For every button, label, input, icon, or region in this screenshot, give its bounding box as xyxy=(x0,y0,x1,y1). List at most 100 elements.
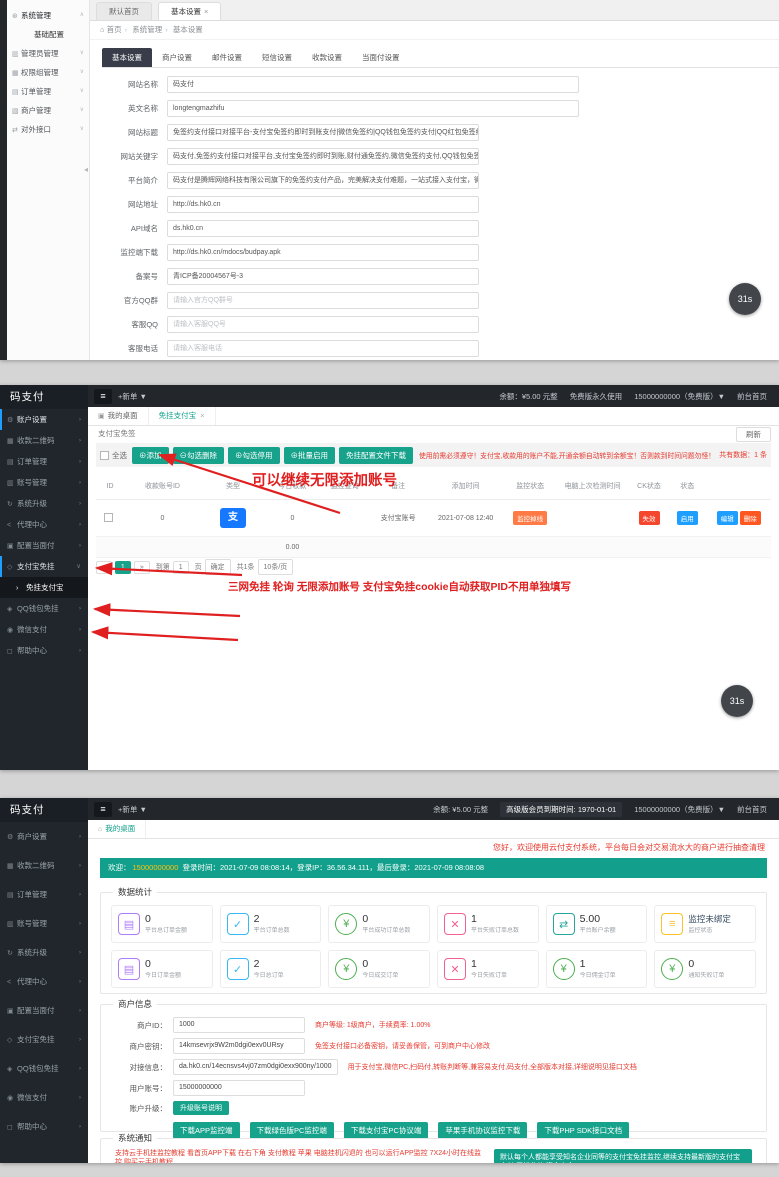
next-page-button[interactable]: » xyxy=(134,561,150,574)
sidebar-item[interactable]: ⇄对外接口 ∨ xyxy=(7,120,89,139)
refresh-button[interactable]: 刷新 xyxy=(736,427,771,442)
hamburger-icon[interactable]: ≡ xyxy=(94,389,112,404)
sidebar-item[interactable]: ⚙账户设置 › xyxy=(0,409,88,430)
tab-basic-settings[interactable]: 基本设置× xyxy=(158,2,221,20)
download-button[interactable]: 下载APP监控端 xyxy=(173,1122,240,1139)
download-button[interactable]: 下载支付宝PC协议端 xyxy=(344,1122,428,1139)
sidebar-item[interactable]: ▣配置当面付 › xyxy=(0,535,88,556)
text-input[interactable]: http://ds.hk0.cn xyxy=(167,196,479,213)
hamburger-icon[interactable]: ≡ xyxy=(94,802,112,817)
sidebar-item[interactable]: ◻帮助中心 › xyxy=(0,1112,88,1141)
sidebar-item[interactable]: ▤订单管理 › xyxy=(0,880,88,909)
sidebar-item[interactable]: ◈QQ钱包免挂 › xyxy=(0,598,88,619)
merchant-field-value[interactable]: da.hk0.cn/14ecnsvs4vj07zm0dgi0exx900ny/1… xyxy=(173,1059,338,1075)
frontend-home-link[interactable]: 前台首页 xyxy=(737,391,767,402)
text-input[interactable]: 请输入客服电话 xyxy=(167,340,479,357)
edit-button[interactable]: 编辑 xyxy=(717,511,738,525)
text-input[interactable]: http://ds.hk0.cn/mdocs/budpay.apk xyxy=(167,244,479,261)
menu-icon: ▤ xyxy=(7,881,17,910)
desktop-icon: ▣ xyxy=(98,413,105,420)
account-dropdown[interactable]: 15000000000（免费版）▼ xyxy=(634,391,725,402)
tab-desktop[interactable]: ▣我的桌面 xyxy=(88,407,149,425)
settings-tab[interactable]: 短信设置 xyxy=(252,48,302,67)
toolbar-button[interactable]: ⊕添加 xyxy=(132,447,169,464)
settings-tab[interactable]: 收款设置 xyxy=(302,48,352,67)
sidebar-item[interactable]: ▤订单管理 › xyxy=(0,451,88,472)
row-checkbox[interactable] xyxy=(104,513,113,522)
text-input[interactable]: 码支付,免签约支付接口对接平台,支付宝免签约即时到账,财付通免签约,微信免签约支… xyxy=(167,148,479,165)
screen-recorder-timer[interactable]: 31s xyxy=(721,685,753,717)
text-input[interactable]: 免签约支付接口对接平台-支付宝免签约即时到账支付|微信免签约|QQ钱包免签约支付… xyxy=(167,124,479,141)
screen-recorder-timer[interactable]: 31s xyxy=(729,283,761,315)
text-input[interactable]: 请输入官方QQ群号 xyxy=(167,292,479,309)
sidebar-item[interactable]: ▥管理员管理 ∨ xyxy=(7,44,89,63)
crumb-home[interactable]: 首页 xyxy=(107,25,122,34)
download-button[interactable]: 苹果手机协议监控下载 xyxy=(438,1122,527,1139)
tab-home[interactable]: 默认首页 xyxy=(96,2,152,20)
close-icon[interactable]: × xyxy=(200,411,204,420)
sidebar-item[interactable]: ⊛系统管理 ∧ xyxy=(7,6,89,25)
sidebar-item[interactable]: ▣配置当面付 › xyxy=(0,996,88,1025)
toolbar-button[interactable]: ⊖勾选删除 xyxy=(173,447,225,464)
sidebar-item[interactable]: <代理中心 › xyxy=(0,514,88,535)
sidebar-item[interactable]: ◈QQ钱包免挂 › xyxy=(0,1054,88,1083)
sidebar-item[interactable]: ◇支付宝免挂 ∨ xyxy=(0,556,88,577)
sidebar-item[interactable]: <代理中心 › xyxy=(0,967,88,996)
sidebar-item[interactable]: 基础配置 xyxy=(7,25,89,44)
sidebar-item[interactable]: ↻系统升级 › xyxy=(0,938,88,967)
page-1-button[interactable]: 1 xyxy=(115,561,131,574)
new-order-dropdown[interactable]: +新单 ▼ xyxy=(118,391,147,402)
sidebar-item[interactable]: ◉微信支付 › xyxy=(0,619,88,640)
download-button[interactable]: 下载绿色版PC监控端 xyxy=(250,1122,334,1139)
frontend-home-link[interactable]: 前台首页 xyxy=(737,804,767,815)
sidebar-item[interactable]: ⚙商户设置 › xyxy=(0,822,88,851)
goto-page-input[interactable]: 1 xyxy=(173,561,189,574)
toolbar-button[interactable]: 免挂配置文件下载 xyxy=(339,447,413,464)
sidebar-item[interactable]: ◇支付宝免挂 › xyxy=(0,1025,88,1054)
page-size-select[interactable]: 10条/页 xyxy=(258,559,294,575)
toolbar-button[interactable]: ⊕批量启用 xyxy=(284,447,336,464)
sidebar-item[interactable]: ◻帮助中心 › xyxy=(0,640,88,661)
sidebar-item[interactable]: ▦收款二维码 › xyxy=(0,430,88,451)
merchant-field-value[interactable]: 1000 xyxy=(173,1017,305,1033)
text-input[interactable]: longtengmazhifu xyxy=(167,100,579,117)
settings-tab[interactable]: 当面付设置 xyxy=(352,48,410,67)
download-button[interactable]: 下载PHP SDK接口文档 xyxy=(537,1122,629,1139)
close-icon[interactable]: × xyxy=(204,7,208,16)
text-input[interactable]: 请输入客服QQ号 xyxy=(167,316,479,333)
settings-tab[interactable]: 商户设置 xyxy=(152,48,202,67)
merchant-field-value[interactable]: 14kmsevrjx9W2m0dgi0exv0URsy xyxy=(173,1038,305,1054)
sidebar-item[interactable]: ↻系统升级 › xyxy=(0,493,88,514)
tab-alipay-free[interactable]: 免挂支付宝× xyxy=(149,407,216,425)
sidebar-item[interactable]: ▧商户管理 ∨ xyxy=(7,101,89,120)
goto-confirm-button[interactable]: 确定 xyxy=(205,559,231,575)
merchant-field-value[interactable]: 15000000000 xyxy=(173,1080,305,1096)
text-input[interactable]: 码支付 xyxy=(167,76,579,93)
sidebar-item[interactable]: ▥账号管理 › xyxy=(0,472,88,493)
delete-button[interactable]: 删除 xyxy=(740,511,761,525)
toolbar-button[interactable]: ⊕勾选停用 xyxy=(228,447,280,464)
account-dropdown[interactable]: 15000000000（免费版）▼ xyxy=(634,804,725,815)
stat-icon: ▤ xyxy=(118,913,140,935)
sidebar-item[interactable]: ▦权限组管理 ∨ xyxy=(7,63,89,82)
sidebar-collapse-handle[interactable]: ◂ xyxy=(84,165,88,174)
crumb-system[interactable]: 系统管理 xyxy=(132,25,162,34)
settings-tab[interactable]: 邮件设置 xyxy=(202,48,252,67)
prev-page-button[interactable]: « xyxy=(96,561,112,574)
settings-tab[interactable]: 基本设置 xyxy=(102,48,152,67)
new-order-dropdown[interactable]: +新单 ▼ xyxy=(118,804,147,815)
stat-card: ✓ 2 今日总订单 xyxy=(220,950,322,988)
select-all-checkbox[interactable] xyxy=(100,451,109,460)
sidebar-item[interactable]: ›免挂支付宝 xyxy=(0,577,88,598)
button-label: 勾选删除 xyxy=(187,451,217,460)
text-input[interactable]: ds.hk0.cn xyxy=(167,220,479,237)
select-all-label[interactable]: 全选 xyxy=(112,450,127,461)
sidebar-item[interactable]: ▦收款二维码 › xyxy=(0,851,88,880)
text-input[interactable]: 码支付是腾辉网络科技有限公司旗下的免签约支付产品，完美解决支付难题，一站式接入支… xyxy=(167,172,479,189)
upgrade-chip-button[interactable]: 升级账号说明 xyxy=(173,1101,229,1115)
tab-desktop[interactable]: ⌂我的桌面 xyxy=(88,820,146,838)
sidebar-item[interactable]: ◉微信支付 › xyxy=(0,1083,88,1112)
sidebar-item[interactable]: ▤订单管理 ∨ xyxy=(7,82,89,101)
sidebar-item[interactable]: ▥账号管理 › xyxy=(0,909,88,938)
text-input[interactable]: 青ICP备20004567号-3 xyxy=(167,268,479,285)
